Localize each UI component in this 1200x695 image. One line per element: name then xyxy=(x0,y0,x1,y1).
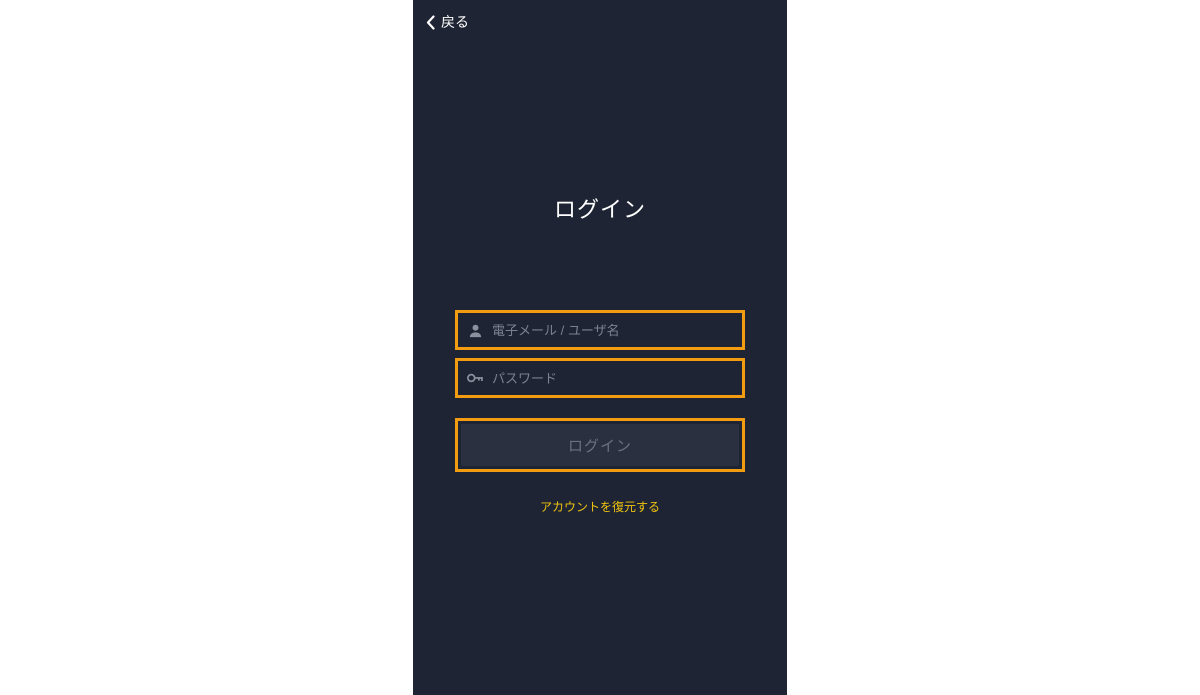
login-button-wrap: ログイン xyxy=(455,418,745,472)
user-icon xyxy=(466,321,484,339)
back-button[interactable]: 戻る xyxy=(425,12,469,32)
back-label: 戻る xyxy=(441,12,469,32)
login-form: ログイン アカウントを復元する xyxy=(455,310,745,515)
recover-account-link[interactable]: アカウントを復元する xyxy=(455,498,745,515)
login-heading: ログイン xyxy=(413,192,787,224)
password-input[interactable] xyxy=(492,371,734,386)
email-field-wrap xyxy=(455,310,745,350)
device-frame: 戻る ログイン ログイン xyxy=(413,0,787,695)
password-field-wrap xyxy=(455,358,745,398)
login-button[interactable]: ログイン xyxy=(461,424,739,466)
key-icon xyxy=(466,369,484,387)
chevron-left-icon xyxy=(425,14,435,30)
email-input[interactable] xyxy=(492,323,734,338)
